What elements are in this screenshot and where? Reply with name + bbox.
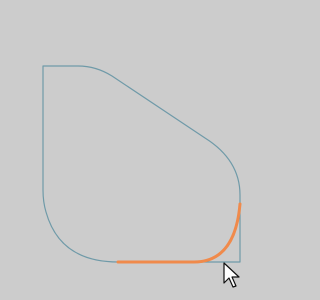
shape-editor-svg[interactable]: [0, 0, 300, 300]
arrow-pointer-icon: [223, 262, 240, 288]
selected-corner-segment[interactable]: [116, 202, 242, 264]
rounded-shape-outline[interactable]: [42, 65, 241, 263]
drawing-canvas[interactable]: [0, 0, 300, 300]
